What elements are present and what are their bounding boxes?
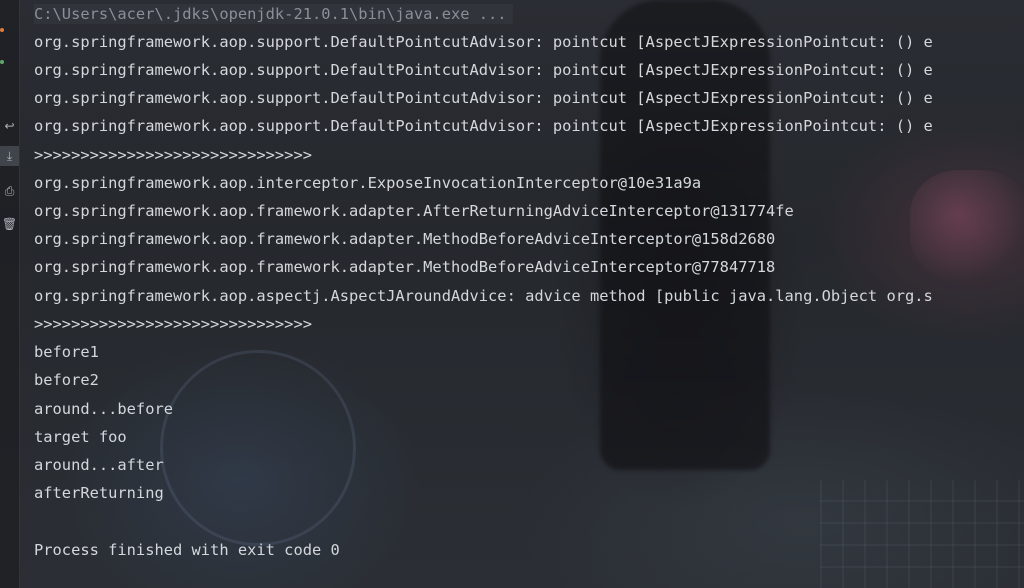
command-line: C:\Users\acer\.jdks\openjdk-21.0.1\bin\j… [34, 4, 513, 24]
exit-status-line: Process finished with exit code 0 [34, 541, 340, 559]
console-output[interactable]: C:\Users\acer\.jdks\openjdk-21.0.1\bin\j… [34, 0, 1024, 588]
console-line: around...before [34, 400, 173, 418]
console-line: org.springframework.aop.interceptor.Expo… [34, 174, 702, 192]
scroll-to-end-icon[interactable]: ⤓ [0, 146, 19, 166]
console-line: org.springframework.aop.framework.adapte… [34, 202, 794, 220]
console-line: around...after [34, 456, 164, 474]
console-line: before1 [34, 343, 99, 361]
soft-wrap-icon[interactable]: ↩ [0, 116, 19, 136]
console-line: org.springframework.aop.framework.adapte… [34, 258, 776, 276]
console-separator: >>>>>>>>>>>>>>>>>>>>>>>>>>>>>> [34, 315, 312, 333]
console-line: org.springframework.aop.support.DefaultP… [34, 89, 933, 107]
console-line: before2 [34, 371, 99, 389]
console-line: org.springframework.aop.aspectj.AspectJA… [34, 287, 933, 305]
status-dot-green [0, 60, 4, 64]
run-console-window: ↩ ⤓ ⎙ 🗑 C:\Users\acer\.jdks\openjdk-21.0… [0, 0, 1024, 588]
console-line: afterReturning [34, 484, 164, 502]
console-line: target foo [34, 428, 127, 446]
print-icon[interactable]: ⎙ [0, 181, 19, 201]
trash-icon[interactable]: 🗑 [0, 214, 19, 234]
console-line: org.springframework.aop.support.DefaultP… [34, 33, 933, 51]
console-line: org.springframework.aop.support.DefaultP… [34, 61, 933, 79]
console-line: org.springframework.aop.support.DefaultP… [34, 117, 933, 135]
console-toolbar: ↩ ⤓ ⎙ 🗑 [0, 0, 20, 588]
status-dot-orange [0, 28, 4, 32]
console-separator: >>>>>>>>>>>>>>>>>>>>>>>>>>>>>> [34, 146, 312, 164]
console-line: org.springframework.aop.framework.adapte… [34, 230, 776, 248]
